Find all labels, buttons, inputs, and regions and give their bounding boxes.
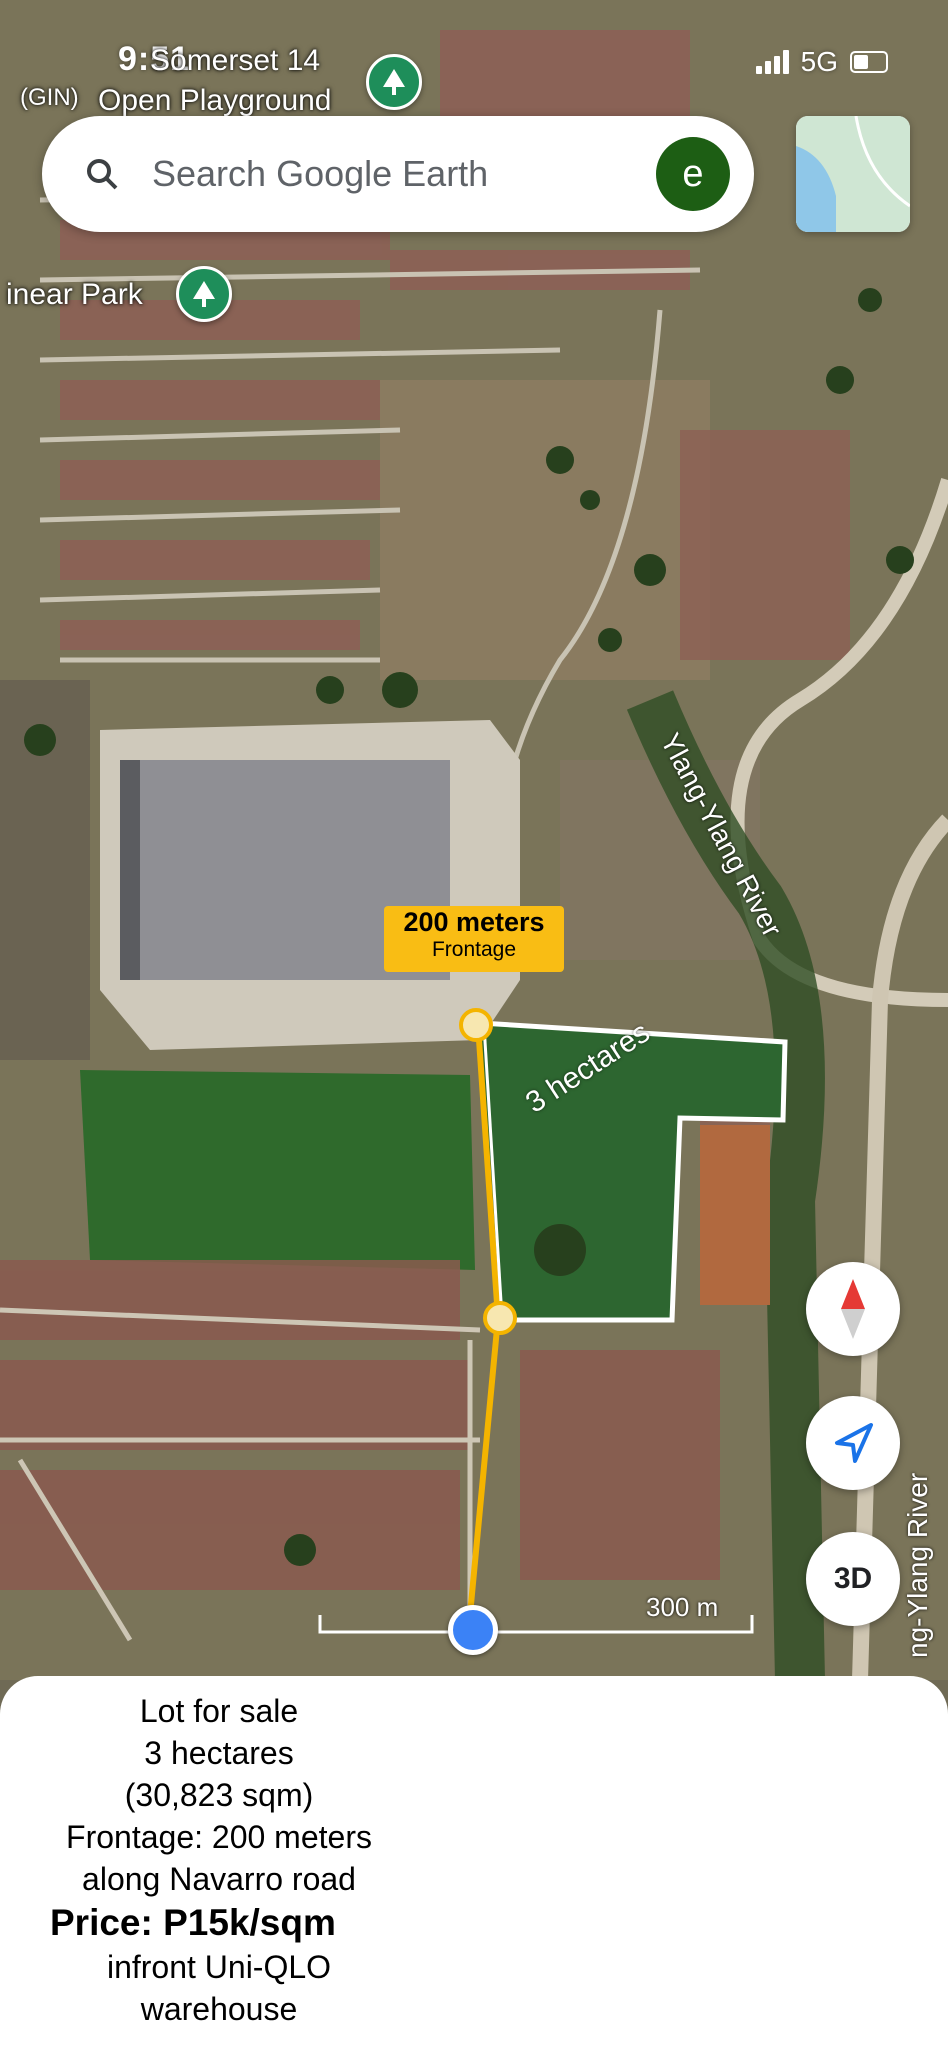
satellite-map[interactable] [0, 0, 948, 1680]
navigation-arrow-icon[interactable] [806, 1396, 900, 1490]
battery-icon [850, 51, 888, 73]
signal-icon [755, 50, 789, 74]
listing-details: Lot for sale 3 hectares (30,823 sqm) Fro… [44, 1690, 394, 2030]
listing-sqm: (30,823 sqm) [124, 1777, 314, 1813]
tree-pin-icon[interactable] [366, 54, 422, 110]
three-d-button[interactable]: 3D [806, 1532, 900, 1626]
place-label-playground[interactable]: Open Playground [98, 84, 332, 118]
tree-pin-icon[interactable] [176, 266, 232, 322]
listing-title: Lot for sale [139, 1693, 299, 1729]
listing-location: infront Uni-QLO [106, 1949, 332, 1985]
listing-price: Price: P15k/sqm [50, 1902, 336, 1943]
frontage-subtitle: Frontage [431, 938, 517, 961]
search-icon[interactable] [82, 154, 122, 194]
place-label-somerset[interactable]: Somerset 14 [150, 44, 320, 78]
frontage-callout: 200 meters Frontage [384, 906, 564, 972]
frontage-title: 200 meters [403, 907, 545, 937]
map-layers-icon[interactable] [796, 116, 910, 232]
place-label-prefix: (GIN) [20, 84, 79, 111]
avatar[interactable]: e [656, 137, 730, 211]
search-input[interactable]: Search Google Earth [152, 153, 656, 195]
scale-label: 300 m [646, 1592, 719, 1622]
listing-road: along Navarro road [82, 1861, 356, 1897]
search-bar[interactable]: Search Google Earth e [42, 116, 754, 232]
compass-icon[interactable] [806, 1262, 900, 1356]
listing-area: 3 hectares [144, 1735, 294, 1771]
network-type: 5G [800, 46, 838, 77]
river-label-lower[interactable]: ng-Ylang River [902, 1473, 934, 1658]
listing-landmark: warehouse [140, 1991, 298, 2027]
listing-frontage: Frontage: 200 meters [66, 1819, 372, 1855]
status-indicators: 5G [755, 46, 888, 78]
place-label-linear-park[interactable]: inear Park [6, 278, 143, 312]
current-location-dot [448, 1605, 498, 1655]
